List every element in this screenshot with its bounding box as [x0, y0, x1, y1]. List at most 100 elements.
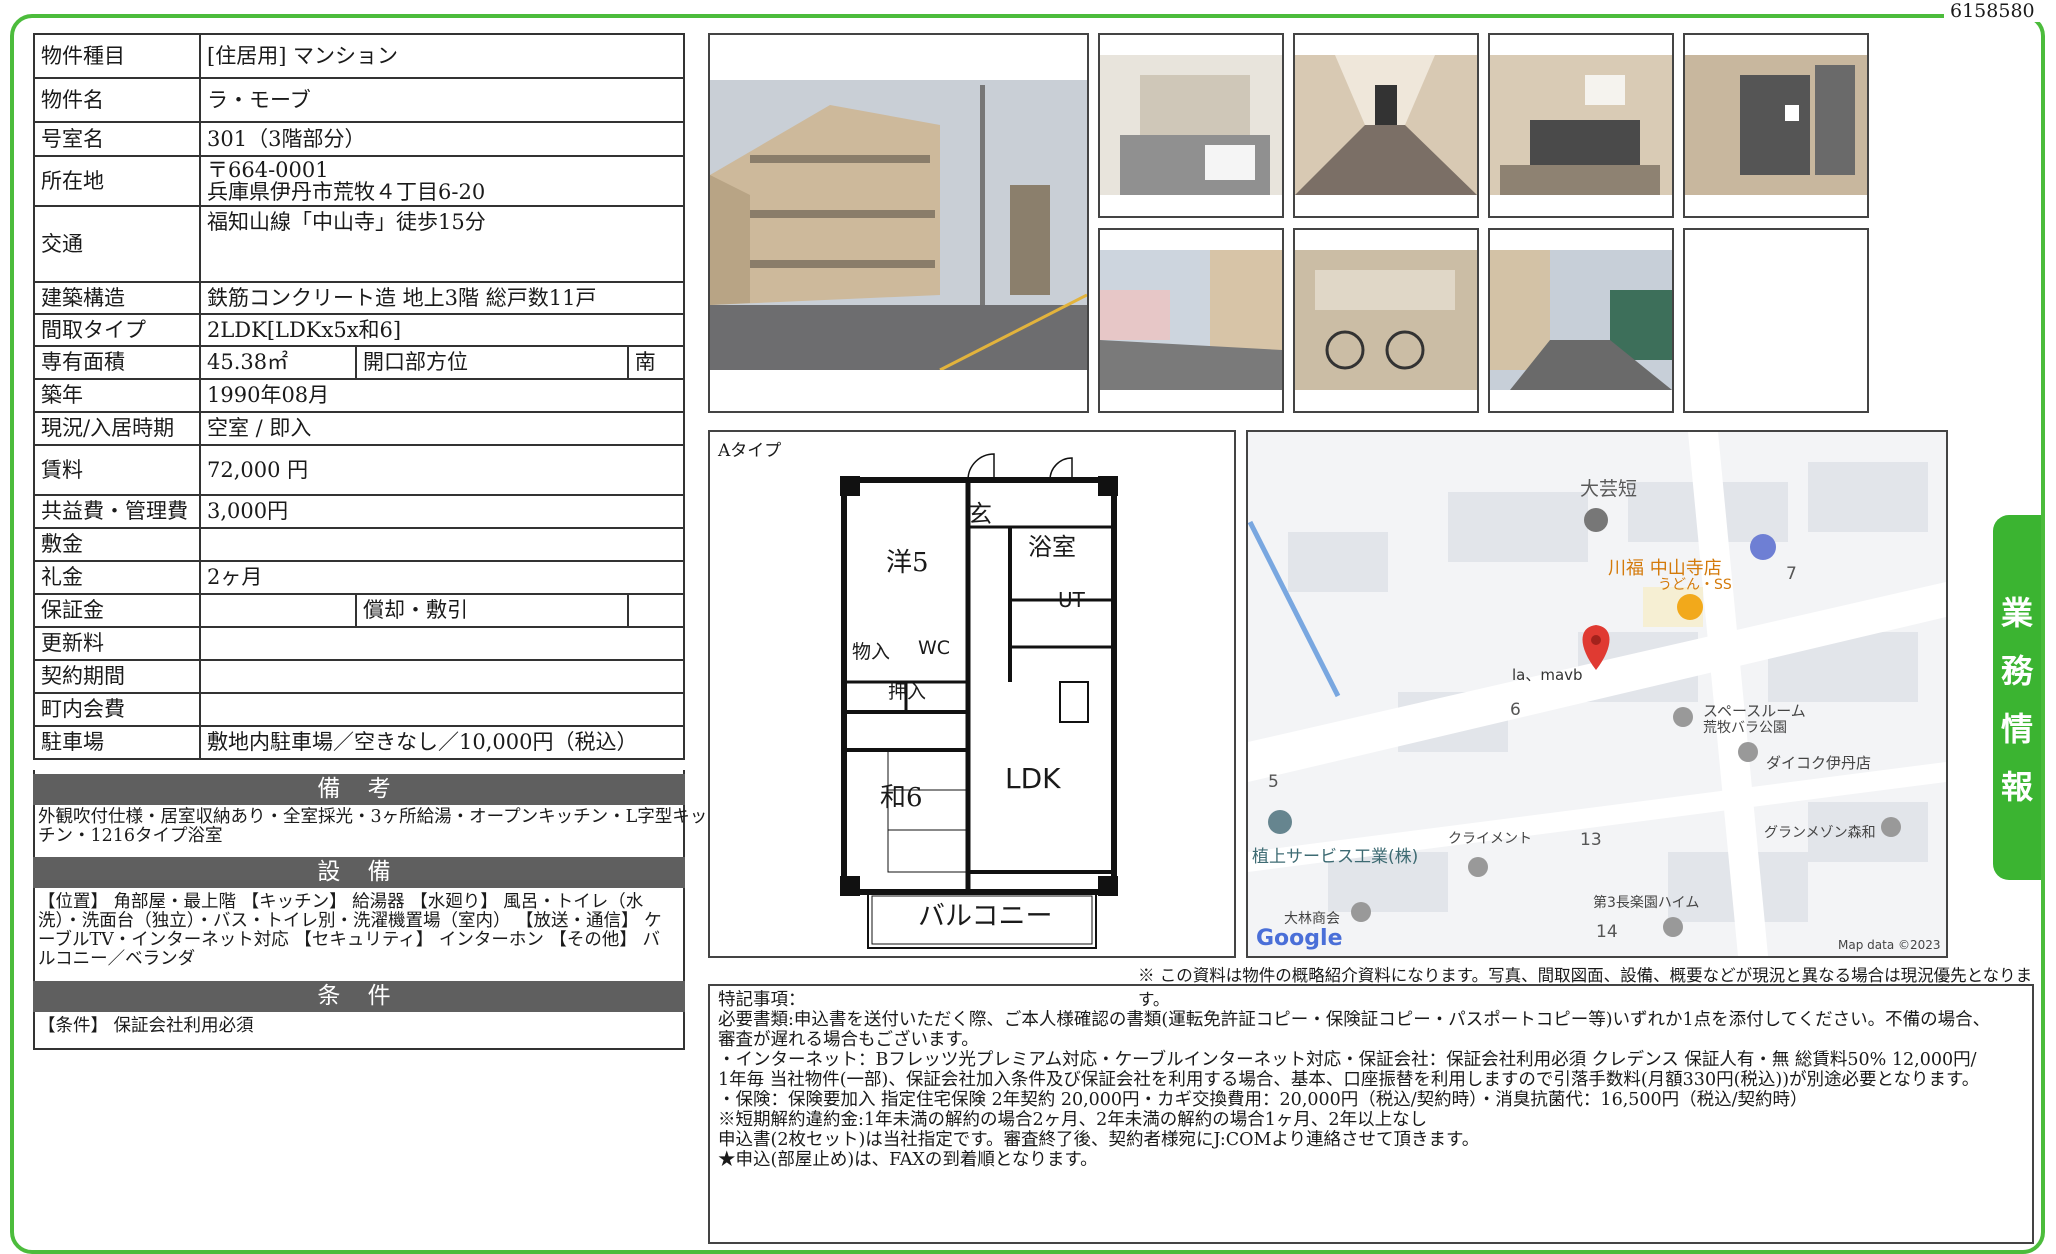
- map-restaurant-sub: うどん・SS: [1658, 577, 1732, 593]
- map-number-6: 6: [1510, 700, 1521, 720]
- note-line: ※短期解約違約金:1年未満の解約の場合2ヶ月、2年未満の解約の場合1ヶ月、2年以…: [718, 1110, 1428, 1130]
- note-line: 1年毎 当社物件(一部)、保証会社加入条件及び保証会社を利用する場合、基本、口座…: [718, 1070, 1980, 1090]
- google-logo: Google: [1256, 926, 1343, 951]
- transport-label: 交通: [33, 205, 201, 283]
- map-maison-label: グランメゾン森和: [1764, 825, 1876, 841]
- community-value: [199, 692, 685, 727]
- corridor-photo[interactable]: [1683, 33, 1869, 218]
- name-label: 物件名: [33, 77, 201, 123]
- map-climent-label: クライメント: [1448, 831, 1532, 847]
- empty-photo-slot: [1683, 228, 1869, 413]
- equipment-heading: 設 備: [33, 857, 685, 888]
- status-value: 空室 / 即入: [199, 411, 685, 446]
- direction-label: 開口部方位: [355, 345, 629, 380]
- area-value: 45.38㎡: [199, 345, 357, 380]
- room-genkan: 玄: [968, 500, 992, 528]
- remarks-text: 外観吹付仕様・居室収納あり・全室採光・3ヶ所給湯・オープンキッチン・L字型キッチ…: [38, 807, 708, 846]
- guarantee-value: [199, 593, 357, 628]
- layout-label: 間取タイプ: [33, 313, 201, 347]
- note-line: 特記事項：: [718, 990, 806, 1010]
- amort-label: 償却・敷引: [355, 593, 629, 628]
- room-value: 301（3階部分）: [199, 121, 685, 157]
- bicycle-parking-photo[interactable]: [1293, 228, 1479, 413]
- floor-plan: Aタイプ 玄 洋5 浴室 UT 物入 WC 押入 和6 LDK バルコニー: [708, 430, 1236, 958]
- hallway-photo[interactable]: [1293, 33, 1479, 218]
- remarks-heading: 備 考: [33, 774, 685, 805]
- renewal-value: [199, 626, 685, 661]
- direction-value: 南: [626, 345, 686, 380]
- community-label: 町内会費: [33, 692, 201, 727]
- business-info-tab[interactable]: 業 務 情 報: [1993, 515, 2041, 880]
- parking-label: 駐車場: [33, 725, 201, 760]
- map-company-label: 植上サービス工業(株): [1252, 847, 1419, 867]
- driveway-photo[interactable]: [1488, 228, 1674, 413]
- map-data-credit: Map data ©2023: [1838, 938, 1941, 952]
- location-map[interactable]: 大芸短 川福 中山寺店 うどん・SS la、mavb スペースルーム 荒牧バラ公…: [1246, 430, 1948, 958]
- equipment-text: 【位置】 角部屋・最上階 【キッチン】 給湯器 【水廻り】 風呂・トイレ（水洗）…: [38, 892, 662, 969]
- room-ldk: LDK: [1005, 762, 1061, 795]
- rent-value: 72,000 円: [199, 444, 685, 496]
- property-id: 6158580: [1944, 0, 2041, 22]
- key-money-value: 2ヶ月: [199, 560, 685, 595]
- deposit-label: 敷金: [33, 527, 201, 562]
- name-value: ラ・モーブ: [199, 77, 685, 123]
- postal-code: 〒664-0001: [207, 157, 329, 182]
- layout-value: 2LDK[LDKx5x和6]: [199, 313, 685, 347]
- fee-label: 共益費・管理費: [33, 494, 201, 529]
- note-line: 申込書(2枚セット)は当社指定です。審査終了後、契約者様宛にJ:COMより連絡さ…: [718, 1130, 1480, 1150]
- side-tab-char: 務: [2000, 651, 2033, 690]
- conditions-heading: 条 件: [33, 981, 685, 1012]
- map-number-5: 5: [1268, 772, 1279, 792]
- address-value: 兵庫県伊丹市荒牧４丁目6-20: [207, 180, 486, 204]
- special-notes: 特記事項： 必要書類:申込書を送付いただく際、ご本人様確認の書類(運転免許証コピ…: [708, 984, 2034, 1244]
- transport-value: 福知山線「中山寺」徒歩15分: [199, 205, 685, 283]
- property-info-table: 物件種目 [住居用] マンション 物件名 ラ・モーブ 号室名 301（3階部分） 所在…: [33, 33, 686, 760]
- map-storage-sub: 荒牧バラ公園: [1703, 720, 1787, 736]
- room-ut: UT: [1058, 588, 1085, 612]
- room-western-5: 洋5: [886, 548, 929, 578]
- note-line: ・インターネット：Bフレッツ光プレミアム対応・ケーブルインターネット対応・保証会…: [718, 1050, 1977, 1070]
- type-value: [住居用] マンション: [199, 33, 685, 79]
- note-line: 審査が遅れる場合もございます。: [718, 1030, 979, 1050]
- map-obayashi-label: 大林商会: [1284, 911, 1340, 927]
- room-bath: 浴室: [1028, 533, 1076, 561]
- side-tab-char: 報: [2000, 767, 2033, 806]
- built-value: 1990年08月: [199, 378, 685, 413]
- key-money-label: 礼金: [33, 560, 201, 595]
- mailbox-photo[interactable]: [1488, 33, 1674, 218]
- status-label: 現況/入居時期: [33, 411, 201, 446]
- side-path-photo[interactable]: [1098, 228, 1284, 413]
- contract-label: 契約期間: [33, 659, 201, 694]
- built-label: 築年: [33, 378, 201, 413]
- area-label: 専有面積: [33, 345, 201, 380]
- deposit-value: [199, 527, 685, 562]
- side-tab-char: 情: [2000, 709, 2033, 748]
- map-number-14: 14: [1596, 922, 1618, 942]
- type-label: 物件種目: [33, 33, 201, 79]
- conditions-text: 【条件】 保証会社利用必須: [38, 1016, 254, 1036]
- side-tab-char: 業: [2000, 593, 2033, 632]
- map-property-label: la、mavb: [1512, 666, 1583, 684]
- entrance-photo[interactable]: [1098, 33, 1284, 218]
- room-storage: 物入: [852, 641, 891, 663]
- structure-label: 建築構造: [33, 281, 201, 315]
- note-line: ★申込(部屋止め)は、FAXの到着順となります。: [718, 1150, 1098, 1170]
- note-line: ・保険：保険要加入 指定住宅保険 2年契約 20,000円・カギ交換費用：20,…: [718, 1090, 1808, 1110]
- contract-value: [199, 659, 685, 694]
- map-number-7: 7: [1786, 564, 1797, 584]
- room-japanese-6: 和6: [880, 783, 923, 813]
- note-line: 必要書類:申込書を送付いただく際、ご本人様確認の書類(運転免許証コピー・保険証コ…: [718, 1010, 1991, 1030]
- map-haim-label: 第3長楽園ハイム: [1593, 895, 1700, 911]
- room-closet: 押入: [888, 681, 927, 703]
- room-label: 号室名: [33, 121, 201, 157]
- renewal-label: 更新料: [33, 626, 201, 661]
- amort-value: [626, 593, 686, 628]
- room-balcony: バルコニー: [918, 901, 1053, 932]
- map-school-label: 大芸短: [1580, 478, 1638, 500]
- map-daikoku-label: ダイコク伊丹店: [1766, 754, 1872, 772]
- structure-value: 鉄筋コンクリート造 地上3階 総戸数11戸: [199, 281, 685, 315]
- room-wc: WC: [918, 637, 951, 659]
- main-building-photo[interactable]: [708, 33, 1089, 413]
- parking-value: 敷地内駐車場／空きなし／10,000円（税込）: [199, 725, 685, 760]
- address-label: 所在地: [33, 155, 201, 207]
